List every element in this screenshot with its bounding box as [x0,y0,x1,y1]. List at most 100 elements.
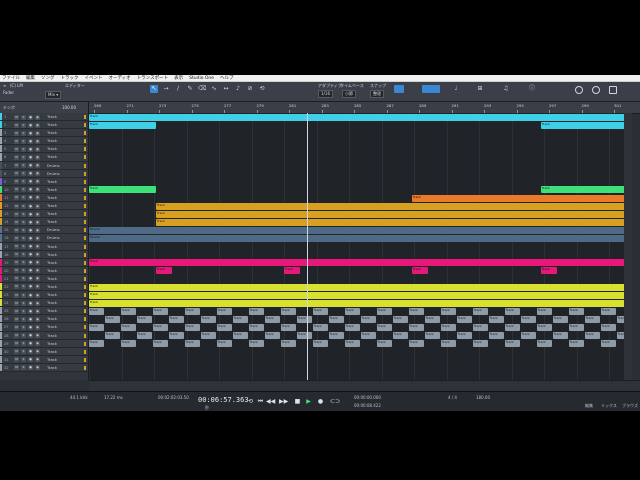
audio-clip[interactable]: Track [201,316,216,323]
track-header[interactable]: 28 M S ● ◉ Track [0,331,88,340]
tool-button[interactable]: ⟲ [258,85,266,93]
tool-button[interactable]: ↖ [150,85,158,93]
audio-clip[interactable]: Track [281,340,296,348]
monitor-button[interactable]: ◉ [35,114,40,120]
track-name[interactable]: Track [47,218,57,226]
track-name[interactable]: Track [47,113,57,121]
audio-clip[interactable]: Track [284,267,300,275]
info-icon[interactable]: ⓘ [528,85,536,93]
audio-clip[interactable]: Track [553,316,568,323]
audio-clip[interactable]: Track [89,299,632,307]
monitor-button[interactable]: ◉ [35,179,40,185]
mute-button[interactable]: M [14,260,19,266]
record-button[interactable]: ● [28,154,33,160]
track-name[interactable]: Track [47,283,57,291]
mute-button[interactable]: M [14,252,19,258]
audio-clip[interactable]: Track [156,218,632,226]
monitor-button[interactable]: ◉ [35,244,40,249]
audio-clip[interactable]: Track [601,307,616,315]
audio-clip[interactable]: Track [153,340,168,348]
solo-button[interactable]: S [21,171,26,177]
record-button[interactable]: ● [28,211,33,217]
audio-clip[interactable]: Track [473,324,488,332]
monitor-button[interactable]: ◉ [35,227,40,233]
track-name[interactable]: Track [47,145,57,153]
mute-button[interactable]: M [14,284,19,290]
audio-clip[interactable]: Track [153,307,168,315]
track-name[interactable]: Track [47,243,57,251]
track-name[interactable]: Track [47,356,57,364]
audio-clip[interactable]: Track [505,324,520,332]
solo-button[interactable]: S [21,154,26,160]
track-header[interactable]: 11 M S ● ◉ Track [0,193,88,203]
track-header[interactable]: 21 M S ● ◉ Track [0,274,88,283]
audio-clip[interactable]: Track [393,332,408,340]
audio-clip[interactable]: Track [569,307,584,315]
audio-clip[interactable]: Track [541,186,632,194]
mute-button[interactable]: M [14,300,19,306]
menu-item[interactable]: トラック [61,75,79,82]
audio-clip[interactable]: Track [89,186,156,194]
record-button[interactable]: ● [28,203,33,209]
tool-button[interactable]: ⌫ [198,85,206,93]
record-button[interactable]: ● [28,333,33,339]
track-name[interactable]: Track [47,307,57,315]
mute-button[interactable]: M [14,203,19,209]
solo-button[interactable]: S [21,138,26,144]
track-name[interactable]: Drums [47,170,60,178]
track-header[interactable]: 24 M S ● ◉ Track [0,299,88,308]
audio-clip[interactable]: Track [361,332,376,340]
audio-clip[interactable]: Track [217,307,232,315]
forward-icon[interactable]: ▶▶ [279,398,288,405]
audio-clip[interactable]: Track [425,332,440,340]
loop-toggle-icon[interactable]: ⊂⊃ [330,398,340,405]
record-button[interactable]: ● [28,349,33,355]
sound-icon[interactable] [592,86,600,94]
audio-clip[interactable]: Track [297,332,312,340]
audio-clip[interactable]: Track [265,316,280,323]
track-header[interactable]: 10 M S ● ◉ Track [0,185,88,194]
record-button[interactable]: ● [28,357,33,363]
solo-button[interactable]: S [21,227,26,233]
track-header[interactable]: 23 M S ● ◉ Track [0,291,88,300]
audio-clip[interactable]: Track [521,316,536,323]
audio-clip[interactable]: Track [537,340,552,348]
audio-clip[interactable]: Track [233,332,248,340]
audio-clip[interactable]: Track [505,340,520,348]
audio-clip[interactable]: Track [233,316,248,323]
track-header[interactable]: 8 M S ● ◉ Drums [0,169,88,178]
solo-button[interactable]: S [21,333,26,339]
record-button[interactable]: ● [28,187,33,193]
audio-clip[interactable]: Track [601,340,616,348]
track-name[interactable]: Track [47,178,57,186]
solo-button[interactable]: S [21,284,26,290]
mute-button[interactable]: M [14,163,19,169]
track-name[interactable]: Track [47,315,57,323]
solo-button[interactable]: S [21,244,26,249]
track-header[interactable]: 12 M S ● ◉ Track [0,202,88,211]
record-button[interactable]: ● [28,268,33,274]
record-button[interactable]: ● [28,179,33,185]
solo-button[interactable]: S [21,130,26,136]
monitor-button[interactable]: ◉ [35,357,40,363]
record-button[interactable]: ● [28,171,33,177]
solo-button[interactable]: S [21,300,26,306]
audio-clip[interactable]: Track [105,332,120,340]
track-name[interactable]: Track [47,291,57,299]
record-button[interactable]: ● [28,130,33,136]
audio-clip[interactable]: Track [409,307,424,315]
track-header[interactable]: 26 M S ● ◉ Track [0,315,88,324]
audio-clip[interactable]: Track [89,291,632,299]
monitor-button[interactable]: ◉ [35,195,40,201]
record-button[interactable]: ● [28,244,33,249]
playhead[interactable] [307,113,308,380]
record-button[interactable]: ● [28,292,33,298]
menu-item[interactable]: ファイル [2,75,20,82]
track-header[interactable]: 5 M S ● ◉ Track [0,145,88,154]
snap-toggle[interactable] [394,85,404,93]
audio-clip[interactable]: Track [425,316,440,323]
track-header[interactable]: 4 M S ● ◉ Track [0,137,88,146]
audio-clip[interactable]: Track [313,324,328,332]
menu-item[interactable]: 表示 [174,75,183,82]
monitor-button[interactable]: ◉ [35,252,40,258]
